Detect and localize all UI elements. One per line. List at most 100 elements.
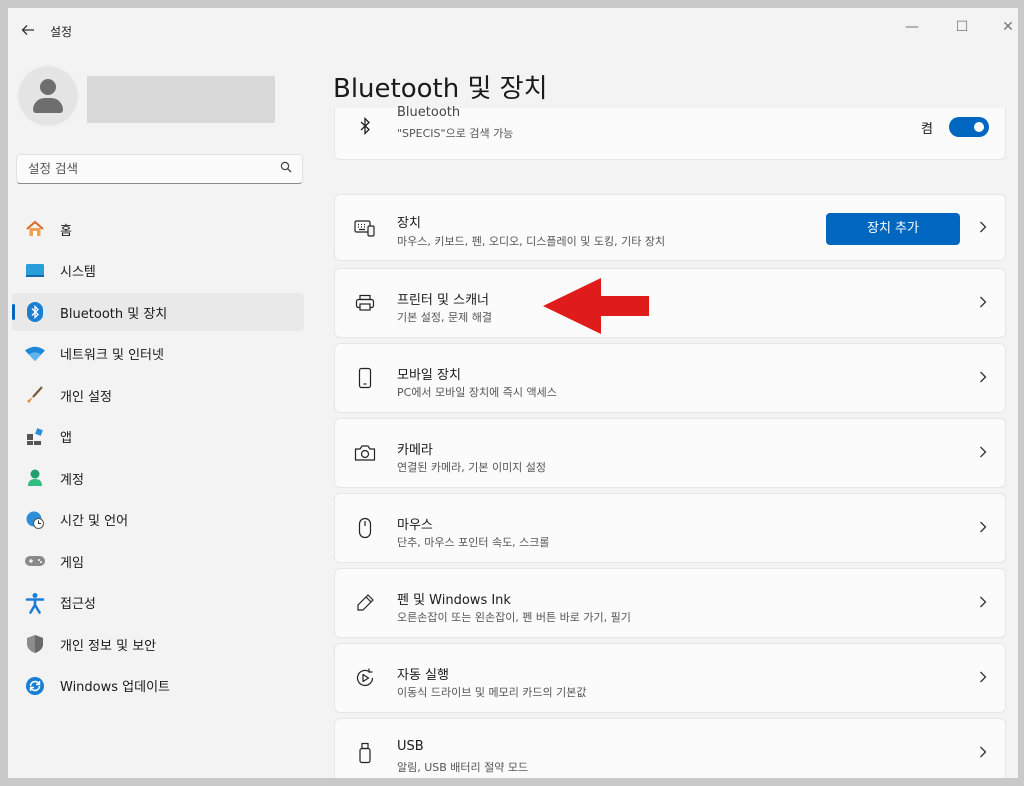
card-subtitle: 연결된 카메라, 기본 이미지 설정 [397,461,547,474]
sidebar-item-time-language[interactable]: 시간 및 언어 [12,501,304,539]
card-title: 자동 실행 [397,668,449,683]
card-title: 모바일 장치 [397,368,461,383]
app-title: 설정 [50,25,73,39]
sidebar-item-apps[interactable]: 앱 [12,418,304,456]
chevron-right-icon [979,744,987,762]
sidebar-item-label: 계정 [60,472,84,488]
keyboard-icon [353,216,377,240]
sidebar-item-gaming[interactable]: 게임 [12,542,304,580]
sidebar-item-network[interactable]: 네트워크 및 인터넷 [12,335,304,373]
card-mobile-devices[interactable]: 모바일 장치 PC에서 모바일 장치에 즉시 액세스 [334,343,1006,413]
toggle-knob [974,122,984,132]
chevron-right-icon [979,594,987,612]
close-button[interactable]: ✕ [994,16,1018,38]
chevron-right-icon [979,219,987,237]
card-camera[interactable]: 카메라 연결된 카메라, 기본 이미지 설정 [334,418,1006,488]
apps-icon [24,426,46,448]
search-icon [280,161,292,177]
card-subtitle: 알림, USB 배터리 절약 모드 [397,761,529,774]
page-title: Bluetooth 및 장치 [333,74,548,104]
card-subtitle: 단추, 마우스 포인터 속도, 스크롤 [397,536,550,549]
card-usb[interactable]: USB 알림, USB 배터리 절약 모드 [334,718,1006,778]
update-icon [24,675,46,697]
bluetooth-symbol-icon [353,114,377,138]
card-title: 프린터 및 스캐너 [397,293,489,308]
usb-icon [353,741,377,765]
bluetooth-subtitle: "SPECIS"으로 검색 가능 [397,127,514,140]
bluetooth-state-label: 켬 [921,122,933,137]
chevron-right-icon [979,369,987,387]
mouse-icon [353,516,377,540]
sidebar-item-bluetooth[interactable]: Bluetooth 및 장치 [12,293,304,331]
card-subtitle: 마우스, 키보드, 펜, 오디오, 디스플레이 및 도킹, 기타 장치 [397,235,666,248]
settings-window: 설정 — ☐ ✕ 홈 시스템 [8,8,1018,778]
search-box[interactable] [16,154,303,184]
brush-icon [24,384,46,406]
printer-icon [353,291,377,315]
back-arrow-icon [21,25,34,35]
sidebar-item-personalization[interactable]: 개인 설정 [12,376,304,414]
card-devices[interactable]: 장치 마우스, 키보드, 펜, 오디오, 디스플레이 및 도킹, 기타 장치 장… [334,194,1006,261]
card-autoplay[interactable]: 자동 실행 이동식 드라이브 및 메모리 카드의 기본값 [334,643,1006,713]
card-subtitle: 이동식 드라이브 및 메모리 카드의 기본값 [397,686,587,699]
bluetooth-icon [24,301,46,323]
sidebar-item-system[interactable]: 시스템 [12,252,304,290]
bluetooth-title: Bluetooth [397,105,461,120]
profile-name-redacted [87,76,275,123]
card-subtitle: 오른손잡이 또는 왼손잡이, 펜 버튼 바로 가기, 필기 [397,611,631,624]
search-input[interactable] [26,160,270,177]
avatar[interactable] [18,66,78,126]
sidebar-item-label: 네트워크 및 인터넷 [60,348,164,363]
globe-clock-icon [24,509,46,531]
chevron-right-icon [979,669,987,687]
avatar-head-icon [40,79,56,95]
sidebar-item-label: 시스템 [60,265,96,280]
sidebar-item-label: 개인 정보 및 보안 [60,638,157,654]
sidebar-item-label: 시간 및 언어 [60,514,129,529]
card-printers-scanners[interactable]: 프린터 및 스캐너 기본 설정, 문제 해결 [334,268,1006,338]
card-title: 펜 및 Windows Ink [397,593,511,608]
sidebar-item-label: 게임 [60,555,84,571]
chevron-right-icon [979,444,987,462]
sidebar-nav: 홈 시스템 Bluetooth 및 장치 네트워크 및 인터넷 개인 설정 앱 … [12,210,304,708]
card-title: 카메라 [397,443,433,458]
bluetooth-toggle[interactable] [949,117,989,137]
sidebar-item-accessibility[interactable]: 접근성 [12,584,304,622]
card-title: 마우스 [397,518,433,533]
add-device-button[interactable]: 장치 추가 [826,213,960,245]
maximize-button[interactable]: ☐ [948,16,976,38]
sidebar-item-windows-update[interactable]: Windows 업데이트 [12,667,304,705]
system-icon [24,260,46,282]
sidebar-item-label: 앱 [60,431,72,446]
wifi-icon [24,343,46,365]
phone-icon [353,366,377,390]
autoplay-icon [353,666,377,690]
sidebar-item-label: Bluetooth 및 장치 [60,306,168,322]
home-icon [24,218,46,240]
sidebar-item-label: 홈 [60,223,72,239]
back-button[interactable] [18,22,38,42]
selection-indicator [12,304,15,320]
minimize-button[interactable]: — [898,16,926,38]
sidebar-item-home[interactable]: 홈 [12,210,304,248]
card-mouse[interactable]: 마우스 단추, 마우스 포인터 속도, 스크롤 [334,493,1006,563]
card-title: USB [397,739,424,754]
bluetooth-card[interactable]: Bluetooth "SPECIS"으로 검색 가능 켬 [334,105,1006,160]
accessibility-icon [24,592,46,614]
card-subtitle: PC에서 모바일 장치에 즉시 액세스 [397,386,557,399]
sidebar-item-accounts[interactable]: 계정 [12,459,304,497]
camera-icon [353,441,377,465]
sidebar-item-label: 접근성 [60,597,96,612]
card-pen-windows-ink[interactable]: 펜 및 Windows Ink 오른손잡이 또는 왼손잡이, 펜 버튼 바로 가… [334,568,1006,638]
chevron-right-icon [979,519,987,537]
card-title: 장치 [397,216,421,231]
account-icon [24,467,46,489]
shield-icon [24,633,46,655]
sidebar-item-label: Windows 업데이트 [60,680,171,695]
chevron-right-icon [979,294,987,312]
gamepad-icon [24,550,46,572]
card-subtitle: 기본 설정, 문제 해결 [397,311,492,324]
pen-icon [353,591,377,615]
sidebar-item-label: 개인 설정 [60,389,112,405]
sidebar-item-privacy[interactable]: 개인 정보 및 보안 [12,625,304,663]
